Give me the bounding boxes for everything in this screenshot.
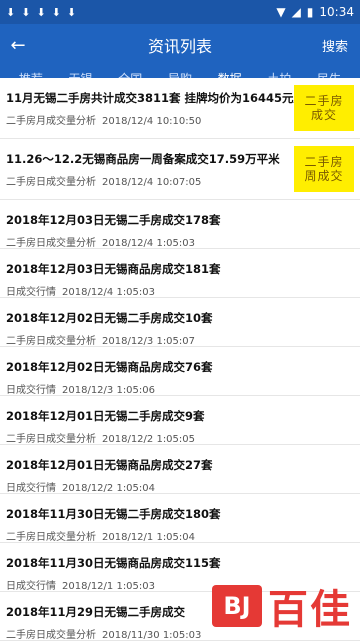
list-item[interactable]: 11.26～12.2无锡商品房一周备案成交17.59万平米 二手房日成交量分析 2…: [0, 139, 360, 200]
download-icon: ⬇: [6, 5, 16, 19]
item-date: 2018/12/4 1:05:03: [102, 238, 196, 249]
list-item[interactable]: 2018年12月03日无锡商品房成交181套 日成交行情 2018/12/4 1:…: [0, 249, 360, 298]
item-category: 日成交行情: [6, 483, 56, 494]
list-item[interactable]: 11月无锡二手房共计成交3811套 挂牌均价为16445元/平 二手房月成交量分…: [0, 78, 360, 139]
list-item[interactable]: 2018年12月03日无锡二手房成交178套 二手房日成交量分析 2018/12/…: [0, 200, 360, 249]
page-title: 资讯列表: [147, 37, 212, 56]
item-category: 日成交行情: [6, 385, 56, 396]
battery-icon: ▮: [306, 5, 314, 19]
search-button[interactable]: 搜索: [322, 36, 348, 55]
item-date: 2018/12/3 1:05:06: [62, 385, 156, 396]
item-category: 日成交行情: [6, 287, 56, 298]
download-icon: ⬇: [36, 5, 46, 19]
watermark: BJ 百佳: [212, 577, 352, 635]
watermark-text: 百佳: [268, 587, 352, 633]
status-bar: ⬇ ⬇ ⬇ ⬇ ⬇ ▼ ◢ ▮ 10:34: [0, 0, 360, 24]
item-category: 二手房日成交量分析: [6, 336, 96, 347]
signal-icon: ◢: [291, 5, 301, 19]
news-list: 11月无锡二手房共计成交3811套 挂牌均价为16445元/平 二手房月成交量分…: [0, 78, 360, 643]
item-date: 2018/11/30 1:05:03: [102, 630, 202, 641]
download-icon: ⬇: [66, 5, 77, 19]
item-category: 二手房日成交量分析: [6, 532, 96, 543]
item-category: 二手房日成交量分析: [6, 238, 96, 249]
item-category: 二手房日成交量分析: [6, 630, 96, 641]
item-title: 2018年11月30日无锡二手房成交180套: [6, 507, 221, 521]
list-item[interactable]: 2018年12月02日无锡二手房成交10套 二手房日成交量分析 2018/12/3…: [0, 298, 360, 347]
item-title: 2018年12月03日无锡二手房成交178套: [6, 213, 221, 227]
item-title: 2018年11月30日无锡商品房成交115套: [6, 556, 221, 570]
item-date: 2018/12/1 1:05:03: [62, 581, 156, 592]
item-title: 2018年12月03日无锡商品房成交181套: [6, 262, 221, 276]
list-item[interactable]: 2018年11月30日无锡二手房成交180套 二手房日成交量分析 2018/12/…: [0, 494, 360, 543]
item-title: 2018年12月02日无锡二手房成交10套: [6, 311, 213, 325]
list-item[interactable]: 2018年12月01日无锡二手房成交9套 二手房日成交量分析 2018/12/2 …: [0, 396, 360, 445]
item-thumbnail: 二手房 周成交: [294, 146, 354, 192]
item-title: 2018年12月01日无锡二手房成交9套: [6, 409, 205, 423]
item-title: 2018年12月02日无锡商品房成交76套: [6, 360, 213, 374]
item-date: 2018/12/1 1:05:04: [102, 532, 196, 543]
wifi-icon: ▼: [276, 5, 286, 19]
app-bar: ← 资讯列表 搜索: [0, 24, 360, 66]
item-date: 2018/12/4 10:07:05: [102, 177, 202, 188]
download-icon: ⬇: [21, 5, 31, 19]
item-date: 2018/12/2 1:05:04: [62, 483, 156, 494]
item-category: 二手房日成交量分析: [6, 434, 96, 445]
notification-icons: ⬇ ⬇ ⬇ ⬇ ⬇: [6, 7, 76, 18]
item-date: 2018/12/3 1:05:07: [102, 336, 196, 347]
download-icon: ⬇: [51, 5, 61, 19]
item-category: 日成交行情: [6, 581, 56, 592]
thumbnail-text: 二手房 成交: [304, 93, 344, 122]
item-date: 2018/12/4 10:10:50: [102, 116, 202, 127]
status-time: 10:34: [319, 5, 354, 19]
list-item[interactable]: 2018年12月02日无锡商品房成交76套 日成交行情 2018/12/3 1:0…: [0, 347, 360, 396]
item-date: 2018/12/4 1:05:03: [62, 287, 156, 298]
thumbnail-text: 二手房 周成交: [304, 154, 344, 183]
watermark-logo: BJ: [212, 585, 262, 627]
item-category: 二手房日成交量分析: [6, 177, 96, 188]
item-thumbnail: 二手房 成交: [294, 85, 354, 131]
item-date: 2018/12/2 1:05:05: [102, 434, 196, 445]
item-title: 2018年12月01日无锡商品房成交27套: [6, 458, 213, 472]
list-item[interactable]: 2018年12月01日无锡商品房成交27套 日成交行情 2018/12/2 1:0…: [0, 445, 360, 494]
back-arrow-icon[interactable]: ←: [0, 24, 36, 66]
item-category: 二手房月成交量分析: [6, 116, 96, 127]
